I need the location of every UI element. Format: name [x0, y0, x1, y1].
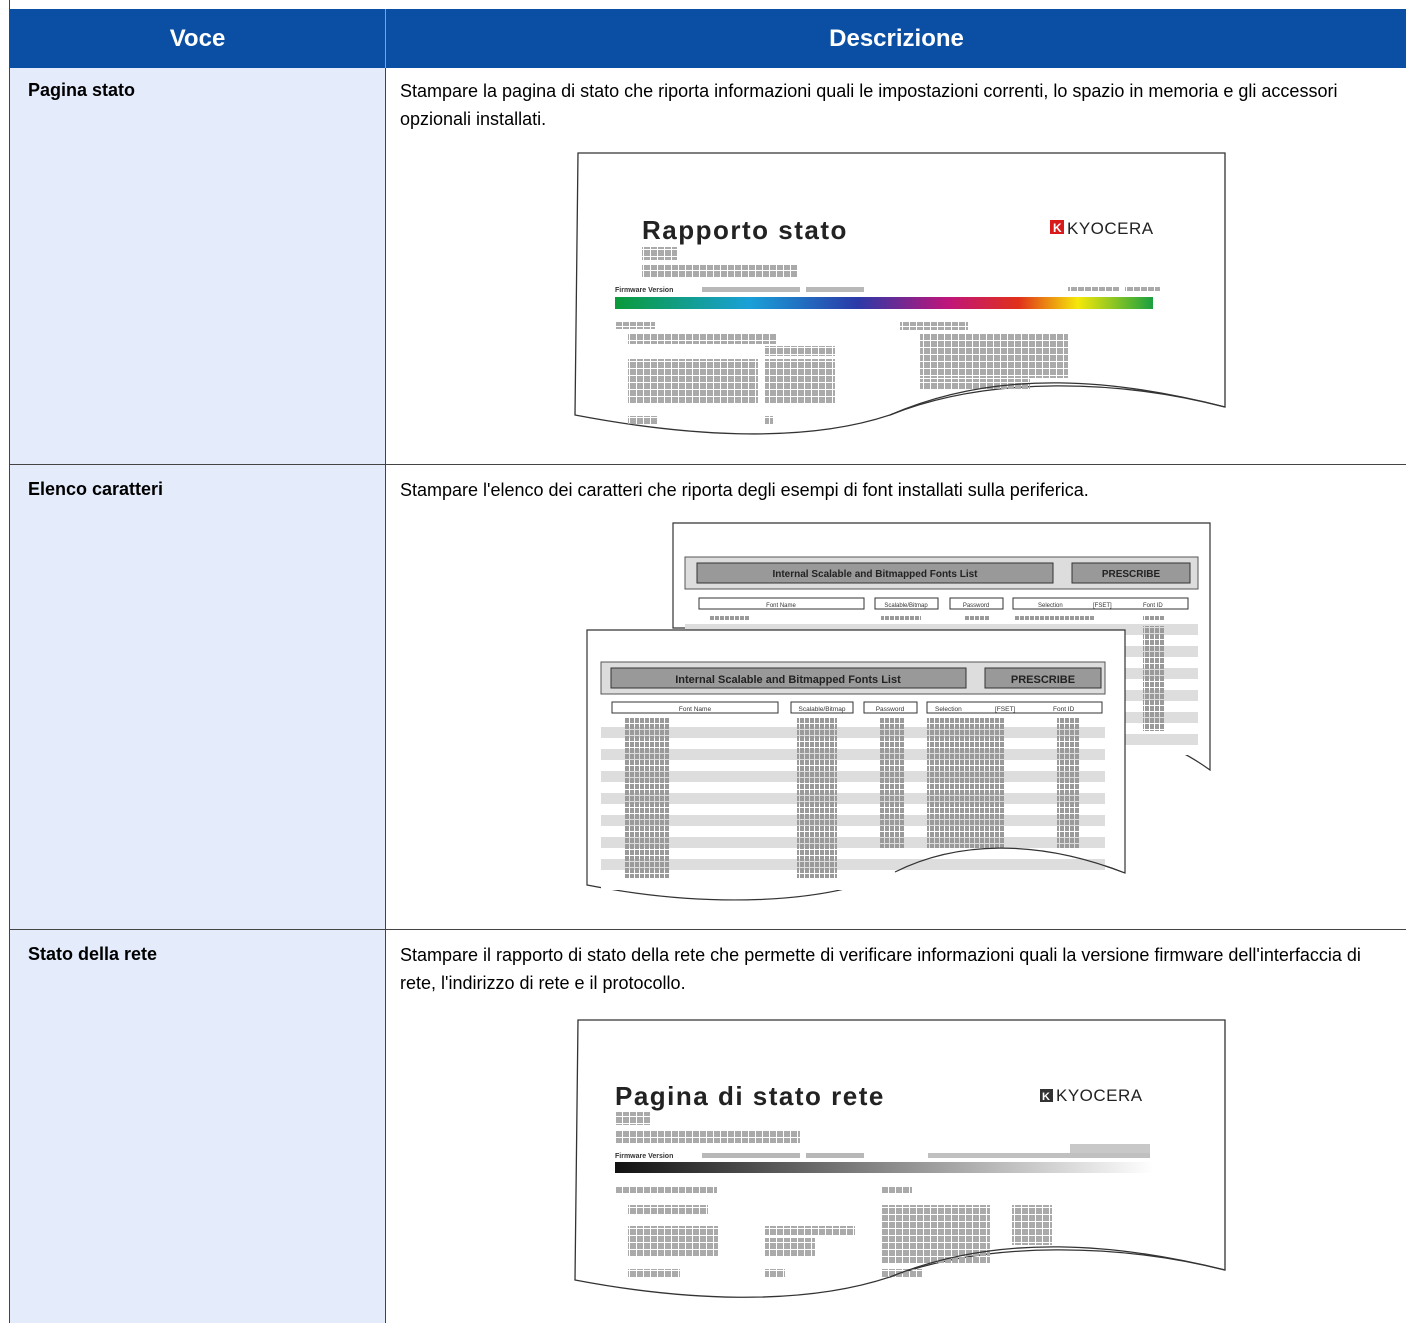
- svg-text:Selection: Selection: [1038, 603, 1063, 609]
- kyocera-logo: K KYOCERA: [1040, 1086, 1143, 1105]
- row-divider: [10, 464, 1406, 465]
- description-stato-rete: Stampare il rapporto di stato della rete…: [400, 945, 1361, 993]
- font-list-illustration: Internal Scalable and Bitmapped Fonts Li…: [586, 522, 1211, 901]
- col-selection: Selection: [935, 706, 962, 713]
- header-voce: Voce: [169, 25, 226, 52]
- report-title: Rapporto stato: [642, 215, 848, 245]
- firmware-label: Firmware Version: [615, 287, 673, 294]
- header-descrizione: Descrizione: [829, 25, 964, 52]
- network-firmware-label: Firmware Version: [615, 1153, 673, 1160]
- col-font-id: Font ID: [1053, 706, 1075, 713]
- svg-text:Font Name: Font Name: [766, 603, 796, 609]
- item-elenco-caratteri: Elenco caratteri: [28, 479, 164, 499]
- description-elenco-caratteri: Stampare l'elenco dei caratteri che ripo…: [400, 480, 1089, 500]
- description-pagina-stato: Stampare la pagina di stato che riporta …: [400, 81, 1338, 129]
- svg-text:Font ID: Font ID: [1143, 603, 1163, 609]
- svg-text:Password: Password: [963, 603, 989, 609]
- col-fset: [FSET]: [995, 706, 1015, 713]
- item-pagina-stato: Pagina stato: [28, 80, 136, 100]
- svg-text:KYOCERA: KYOCERA: [1056, 1086, 1143, 1105]
- svg-text:K: K: [1053, 221, 1062, 235]
- col-scalable: Scalable/Bitmap: [799, 706, 846, 713]
- front-banner: Internal Scalable and Bitmapped Fonts Li…: [675, 674, 901, 686]
- network-status-illustration: Pagina di stato rete K KYOCERA Firmware …: [574, 1019, 1226, 1298]
- front-badge: PRESCRIBE: [1011, 674, 1075, 686]
- back-badge: PRESCRIBE: [1102, 569, 1161, 580]
- svg-text:Scalable/Bitmap: Scalable/Bitmap: [884, 603, 928, 609]
- svg-text:KYOCERA: KYOCERA: [1067, 219, 1154, 238]
- col-font-name: Font Name: [679, 706, 712, 713]
- svg-text:[FSET]: [FSET]: [1093, 603, 1112, 609]
- item-column: [10, 68, 386, 1323]
- row-divider: [10, 929, 1406, 930]
- col-password: Password: [876, 706, 905, 713]
- svg-text:K: K: [1042, 1091, 1050, 1103]
- status-page-illustration: Rapporto stato K KYOCERA Firmware Versio…: [574, 152, 1226, 435]
- network-report-title: Pagina di stato rete: [615, 1081, 885, 1111]
- back-banner: Internal Scalable and Bitmapped Fonts Li…: [772, 569, 978, 580]
- table-header: Voce Descrizione: [10, 9, 1406, 68]
- item-stato-rete: Stato della rete: [28, 944, 158, 964]
